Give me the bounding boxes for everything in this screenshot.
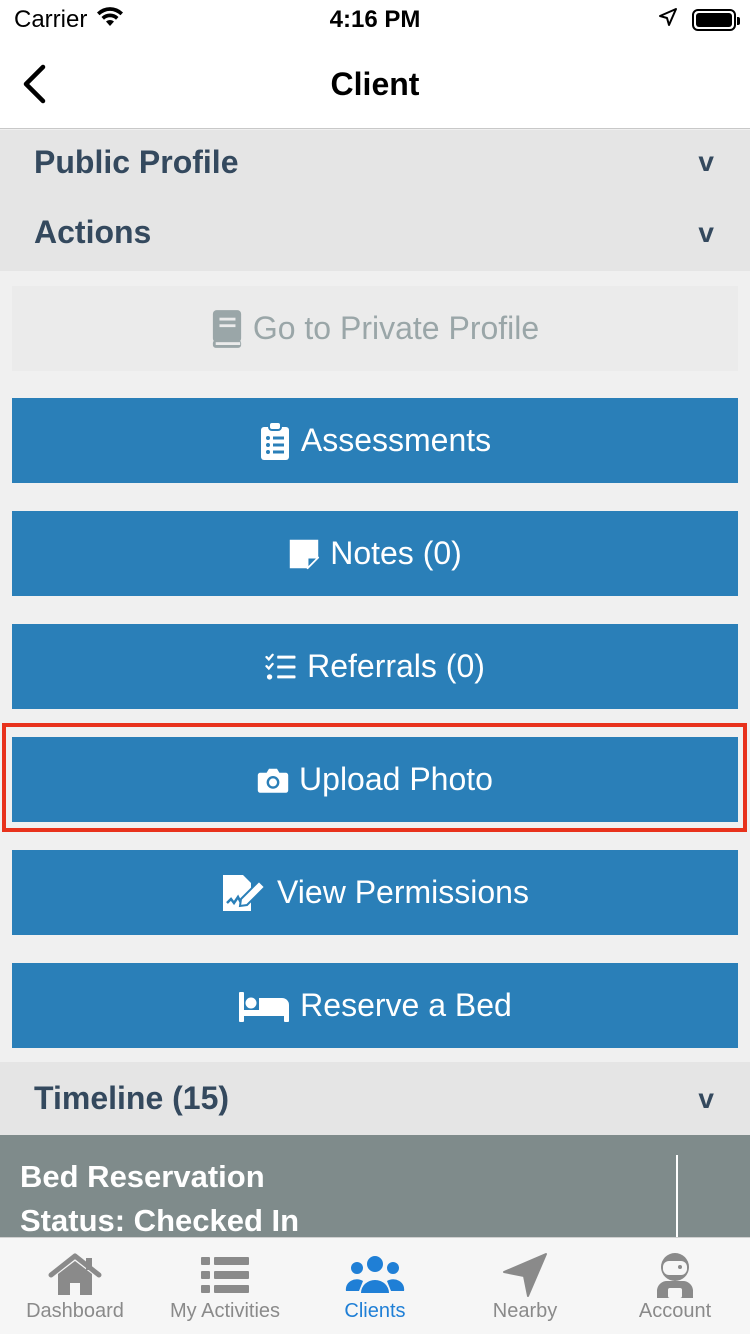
navigation-bar: Client [0,40,750,129]
status-bar: Carrier 4:16 PM [0,0,750,40]
camera-icon [257,761,289,799]
list-icon [200,1250,250,1300]
tab-dashboard[interactable]: Dashboard [0,1238,150,1334]
actions-section-header[interactable]: Actions v [0,194,750,271]
timeline-item[interactable]: Bed Reservation Status: Checked In [0,1135,750,1238]
timeline-item-title: Bed Reservation [20,1159,265,1194]
users-icon [345,1250,405,1300]
public-profile-section-header[interactable]: Public Profile v [0,130,750,194]
carrier-label: Carrier [14,6,88,33]
section-title: Timeline (15) [34,1080,230,1116]
reserve-bed-button[interactable]: Reserve a Bed [12,963,738,1048]
book-icon [211,309,243,348]
chevron-down-icon: v [698,146,714,177]
upload-photo-button[interactable]: Upload Photo [12,737,738,822]
status-left: Carrier [14,6,125,35]
clipboard-list-icon [259,421,291,460]
battery-icon [692,9,740,31]
location-services-icon [658,6,678,34]
chevron-down-icon: v [698,1082,714,1114]
button-label: Assessments [300,422,492,458]
tab-label: Nearby [492,1300,558,1322]
page-title: Client [330,66,420,102]
notes-button[interactable]: Notes (0) [12,511,738,596]
tasks-icon [265,648,297,686]
section-title: Public Profile [34,143,239,180]
tab-bar: Dashboard My Activities Clients Nearby A… [0,1237,750,1334]
chevron-down-icon: v [698,216,714,248]
tab-label: Clients [344,1300,406,1322]
tab-my-activities[interactable]: My Activities [150,1238,300,1334]
tab-label: Dashboard [26,1300,124,1322]
button-label: View Permissions [277,874,529,910]
client-screen: Carrier 4:16 PM Client Public Profile v … [0,0,750,1334]
file-signature-icon [221,874,267,912]
tab-account[interactable]: Account [600,1238,750,1334]
sticky-note-icon [288,535,320,573]
status-right [658,6,740,34]
button-label: Reserve a Bed [300,987,512,1023]
location-arrow-icon [502,1250,548,1300]
button-label: Go to Private Profile [252,310,540,346]
tab-nearby[interactable]: Nearby [450,1238,600,1334]
view-permissions-button[interactable]: View Permissions [12,850,738,935]
astronaut-icon [653,1250,697,1300]
bed-icon [238,987,290,1025]
tab-label: My Activities [169,1300,281,1322]
button-label: Referrals (0) [307,648,485,684]
tab-clients[interactable]: Clients [300,1238,450,1334]
referrals-button[interactable]: Referrals (0) [12,624,738,709]
button-label: Notes (0) [330,535,462,571]
tab-label: Account [638,1300,712,1322]
timeline-divider [676,1155,678,1237]
button-label: Upload Photo [299,761,493,797]
home-icon [47,1250,103,1300]
go-to-private-profile-button[interactable]: Go to Private Profile [12,286,738,371]
assessments-button[interactable]: Assessments [12,398,738,483]
timeline-section-header[interactable]: Timeline (15) v [0,1062,750,1135]
section-title: Actions [34,214,152,250]
wifi-icon [95,6,125,35]
